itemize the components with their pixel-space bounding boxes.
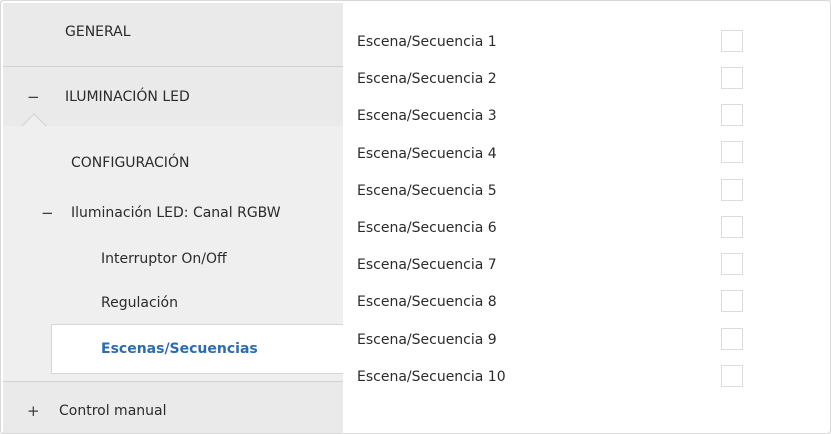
sidebar-item-regulacion[interactable]: Regulación [3,283,343,323]
divider [3,66,343,67]
scene-label: Escena/Secuencia 1 [357,34,497,50]
scene-label: Escena/Secuencia 9 [357,332,497,348]
scene-checkbox[interactable] [721,253,743,275]
divider [3,381,343,382]
list-item: Escena/Secuencia 9 [357,329,497,351]
sidebar-item-label: Escenas/Secuencias [101,341,258,357]
list-item: Escena/Secuencia 7 [357,254,497,276]
list-item: Escena/Secuencia 2 [357,68,497,90]
scene-label: Escena/Secuencia 6 [357,220,497,236]
scene-checkbox[interactable] [721,179,743,201]
scene-label: Escena/Secuencia 2 [357,71,497,87]
sidebar-item-label: Control manual [59,403,167,419]
scene-checkbox[interactable] [721,216,743,238]
collapse-icon[interactable]: − [41,204,54,222]
scene-label: Escena/Secuencia 7 [357,257,497,273]
list-item: Escena/Secuencia 10 [357,366,506,388]
sidebar-item-label: Iluminación LED: Canal RGBW [71,205,281,221]
list-item: Escena/Secuencia 4 [357,143,497,165]
scene-label: Escena/Secuencia 10 [357,369,506,385]
list-item: Escena/Secuencia 8 [357,291,497,313]
scene-checkbox[interactable] [721,141,743,163]
scene-checkbox[interactable] [721,328,743,350]
scene-checkbox[interactable] [721,104,743,126]
sidebar-item-label: Interruptor On/Off [101,251,227,267]
scene-checkbox[interactable] [721,30,743,52]
list-item: Escena/Secuencia 6 [357,217,497,239]
window-frame: GENERAL − ILUMINACIÓN LED CONFIGURACIÓN … [0,0,831,434]
sidebar-item-escenas-secuencias[interactable]: Escenas/Secuencias [51,324,343,374]
scene-checkbox[interactable] [721,290,743,312]
sidebar-item-configuracion[interactable]: CONFIGURACIÓN [3,143,343,183]
scene-label: Escena/Secuencia 8 [357,294,497,310]
sidebar-item-control-manual[interactable]: + Control manual [3,391,343,431]
main-panel: Escena/Secuencia 1 Escena/Secuencia 2 Es… [343,3,830,433]
sidebar-item-canal-rgbw[interactable]: − Iluminación LED: Canal RGBW [3,193,343,233]
sidebar-item-label: Regulación [101,295,178,311]
scene-label: Escena/Secuencia 5 [357,183,497,199]
scene-checkbox[interactable] [721,365,743,387]
scene-label: Escena/Secuencia 3 [357,108,497,124]
sidebar-item-label: ILUMINACIÓN LED [65,89,190,105]
sidebar-item-label: GENERAL [65,24,131,40]
list-item: Escena/Secuencia 1 [357,31,497,53]
sidebar: GENERAL − ILUMINACIÓN LED CONFIGURACIÓN … [3,3,347,433]
sidebar-item-interruptor[interactable]: Interruptor On/Off [3,239,343,279]
scene-label: Escena/Secuencia 4 [357,146,497,162]
sidebar-item-label: CONFIGURACIÓN [71,155,190,171]
expand-icon[interactable]: + [27,402,40,420]
scene-checkbox[interactable] [721,67,743,89]
collapse-icon[interactable]: − [27,88,40,106]
list-item: Escena/Secuencia 5 [357,180,497,202]
sidebar-item-general[interactable]: GENERAL [3,3,343,61]
list-item: Escena/Secuencia 3 [357,105,497,127]
sidebar-item-iluminacion-led[interactable]: − ILUMINACIÓN LED [3,75,343,119]
